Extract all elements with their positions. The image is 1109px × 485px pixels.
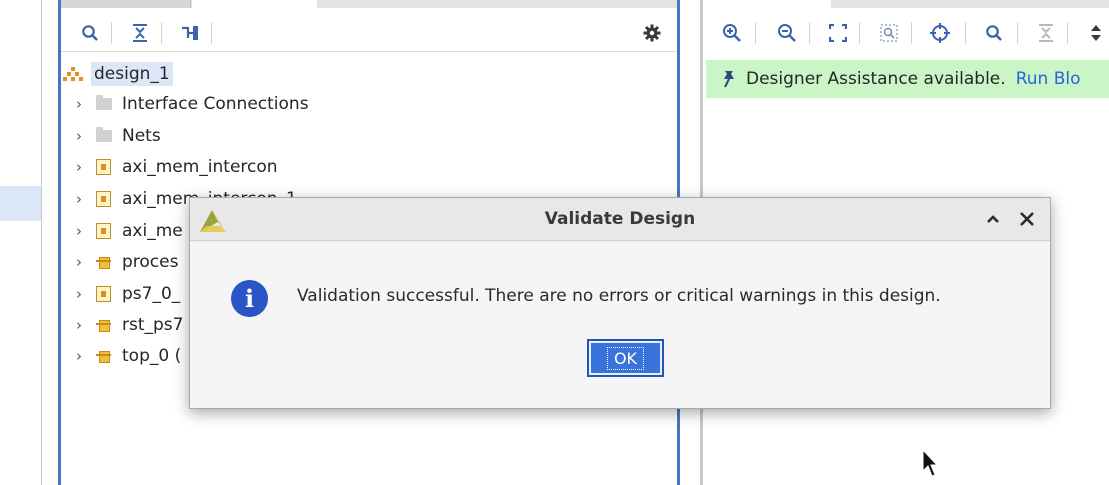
tab-diagram[interactable] [703,0,831,8]
tree-item-label: axi_mem_intercon [122,157,278,177]
chevron-up-icon[interactable] [985,209,1001,234]
collapse-icon[interactable] [1033,20,1059,46]
diagram-toolbar [703,14,1109,54]
tree-root-design[interactable]: design_1 [63,60,173,88]
dialog-title: Validate Design [544,209,696,229]
gear-icon[interactable] [639,20,665,46]
chevron-right-icon[interactable]: › [76,127,90,145]
chevron-right-icon[interactable]: › [76,190,90,208]
chevron-right-icon[interactable]: › [76,285,90,303]
hierarchy-tabs [61,0,677,8]
block-icon [96,223,111,239]
zoom-area-icon[interactable] [876,20,902,46]
diagram-tabs [703,0,1109,8]
block-icon [96,191,111,207]
hierarchy-icon [63,66,83,82]
chevron-right-icon[interactable]: › [76,253,90,271]
left-strip-selection [0,186,41,221]
ip-icon [96,317,111,333]
run-block-automation-link[interactable]: Run Blo [1016,69,1081,89]
tab-active[interactable] [192,0,317,8]
dialog-body: i Validation successful. There are no er… [190,242,1050,408]
assistance-text: Designer Assistance available. [746,69,1006,89]
tree-item-rst-ps7[interactable]: › rst_ps7 [76,311,183,339]
tree-root-label: design_1 [91,62,173,86]
zoom-fit-icon[interactable] [825,20,851,46]
dialog-titlebar[interactable]: Validate Design [190,198,1050,241]
tree-item-interface-connections[interactable]: › Interface Connections [76,90,309,118]
tree-item-label: Interface Connections [122,94,309,114]
ok-button-label: OK [606,346,645,370]
info-icon: i [231,280,268,317]
expand-all-icon[interactable] [177,20,203,46]
chevron-right-icon[interactable]: › [76,158,90,176]
zoom-out-icon[interactable] [774,20,800,46]
pin-icon [722,70,736,88]
ip-icon [96,254,111,270]
left-side-strip [0,0,42,485]
ok-button[interactable]: OK [587,339,664,377]
block-icon [96,286,111,302]
hierarchy-toolbar [61,14,677,52]
tree-item-axi-mem-intercon[interactable]: › axi_mem_intercon [76,153,278,181]
tree-item-label: top_0 ( [122,346,182,366]
tree-item-ps7[interactable]: › ps7_0_ [76,280,180,308]
zoom-in-icon[interactable] [719,20,745,46]
tree-item-top-0[interactable]: › top_0 ( [76,342,181,370]
tree-item-label: proces [122,252,179,272]
crosshair-icon[interactable] [927,20,953,46]
tree-item-axi-mem[interactable]: › axi_me [76,217,183,245]
folder-icon [96,95,112,110]
close-icon[interactable] [1019,210,1035,233]
tree-item-label: rst_ps7 [122,315,184,335]
designer-assistance-banner: Designer Assistance available. Run Blo [706,60,1109,98]
ip-icon [96,348,111,364]
tree-item-label: axi_me [122,221,183,241]
sort-arrows-icon[interactable] [1083,20,1109,46]
search-icon[interactable] [981,20,1007,46]
chevron-right-icon[interactable]: › [76,316,90,334]
dialog-message: Validation successful. There are no erro… [297,286,941,306]
tree-item-nets[interactable]: › Nets [76,122,161,150]
tree-item-label: ps7_0_ [122,284,181,304]
chevron-right-icon[interactable]: › [76,347,90,365]
chevron-right-icon[interactable]: › [76,222,90,240]
tab-inactive[interactable] [61,0,191,8]
validate-design-dialog: Validate Design i Validation successful.… [189,197,1051,409]
mouse-cursor-icon [922,448,939,484]
folder-icon [96,127,112,142]
collapse-all-icon[interactable] [127,20,153,46]
search-icon[interactable] [77,20,103,46]
tree-item-processing-system[interactable]: › proces [76,248,178,276]
tree-item-label: Nets [122,126,161,146]
block-icon [96,159,111,175]
chevron-right-icon[interactable]: › [76,95,90,113]
